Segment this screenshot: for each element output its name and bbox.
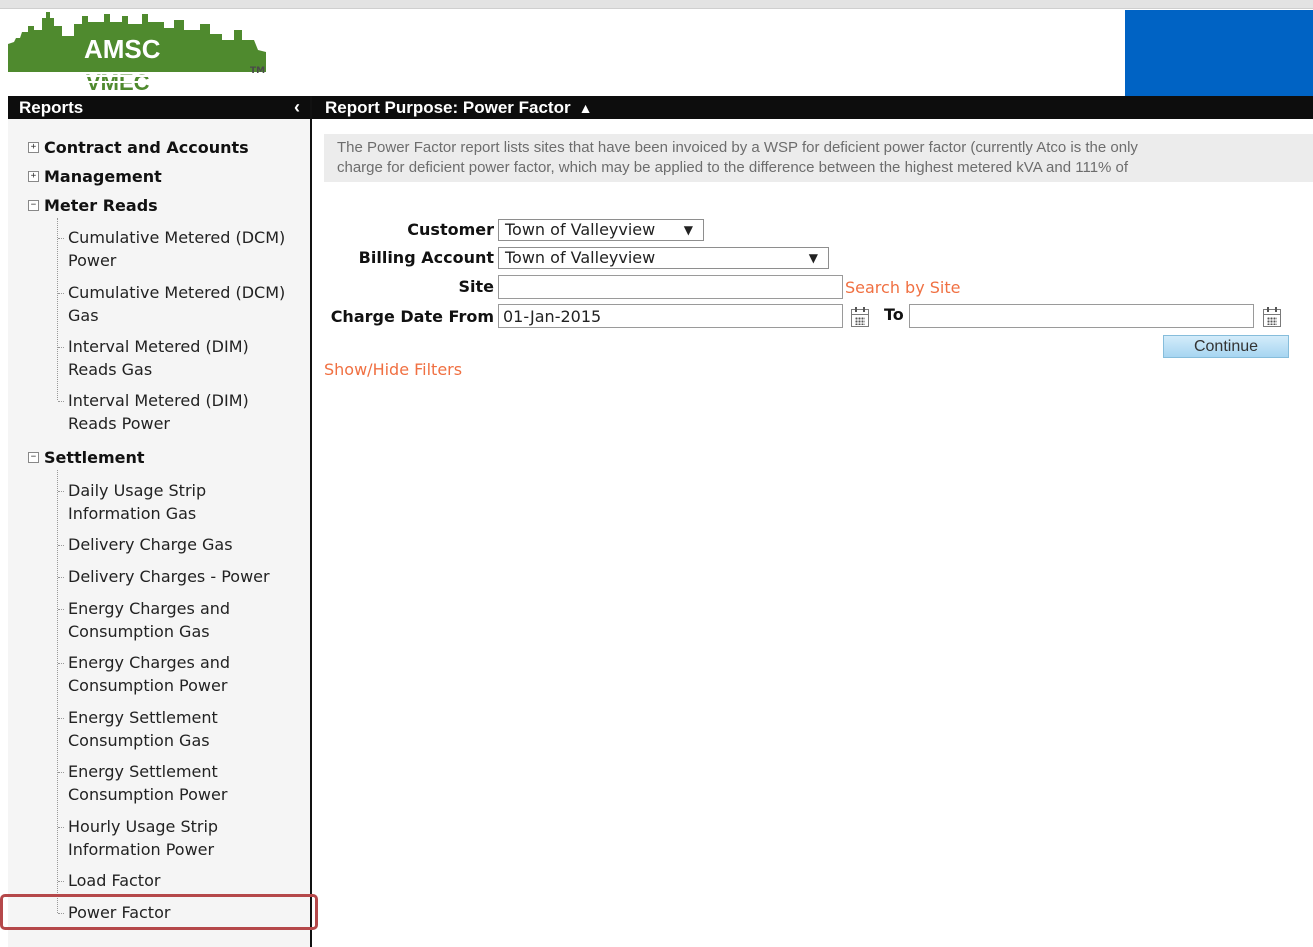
tree-connector [58, 663, 64, 664]
tree-item-hourly-usage-strip-information-power[interactable]: Hourly Usage Strip Information Power [68, 815, 298, 861]
selected-item-highlight [0, 894, 318, 930]
tree-connector [58, 718, 64, 719]
tree-item-delivery-charge-gas[interactable]: Delivery Charge Gas [68, 533, 298, 556]
chevron-left-icon[interactable]: ‹ [294, 96, 300, 119]
charge-date-to-input[interactable] [909, 304, 1254, 328]
svg-text:AMSC: AMSC [84, 34, 161, 64]
tree-connector [58, 238, 64, 239]
tree-connector [58, 827, 64, 828]
tree-item-interval-metered-dim-reads-gas[interactable]: Interval Metered (DIM) Reads Gas [68, 335, 298, 381]
trademark-mark: TM [250, 66, 266, 76]
tree-item-interval-metered-dim-reads-power[interactable]: Interval Metered (DIM) Reads Power [68, 389, 298, 435]
tree-category-management[interactable]: Management [44, 165, 162, 188]
tree-item-delivery-charges-power[interactable]: Delivery Charges - Power [68, 565, 308, 588]
search-by-site-link[interactable]: Search by Site [845, 278, 960, 297]
browser-top-edge [0, 0, 1313, 9]
tree-item-load-factor[interactable]: Load Factor [68, 869, 298, 892]
billing-account-select-value: Town of Valleyview [505, 248, 656, 267]
tree-category-meter-reads[interactable]: Meter Reads [44, 194, 158, 217]
charge-date-from-input[interactable] [498, 304, 843, 328]
billing-account-label: Billing Account [358, 248, 494, 267]
chevron-up-icon[interactable]: ▲ [579, 97, 593, 120]
tree-connector [58, 881, 64, 882]
tree-item-daily-usage-strip-information-gas[interactable]: Daily Usage Strip Information Gas [68, 479, 298, 525]
tree-item-energy-charges-and-consumption-power[interactable]: Energy Charges and Consumption Power [68, 651, 298, 697]
tree-connector [58, 401, 64, 402]
charge-date-from-label: Charge Date From [330, 307, 494, 326]
billing-account-select[interactable]: Town of Valleyview ▼ [498, 247, 829, 269]
amsc-logo: AMSC VMEC [8, 12, 266, 95]
tree-connector [58, 577, 64, 578]
customer-label: Customer [407, 220, 494, 239]
calendar-icon[interactable] [1263, 307, 1281, 327]
expand-icon[interactable]: + [28, 142, 39, 153]
header-brand-bar [1125, 10, 1313, 96]
report-description-line-1: The Power Factor report lists sites that… [337, 139, 1138, 156]
report-description: The Power Factor report lists sites that… [324, 134, 1313, 182]
dropdown-arrow-icon: ▼ [683, 223, 693, 237]
tree-connector [58, 545, 64, 546]
report-description-line-2: charge for deficient power factor, which… [337, 159, 1129, 176]
tree-item-cumulative-metered-dcm-gas[interactable]: Cumulative Metered (DCM) Gas [68, 281, 298, 327]
customer-select[interactable]: Town of Valleyview ▼ [498, 219, 704, 241]
tree-connector [57, 218, 58, 400]
tree-item-energy-charges-and-consumption-gas[interactable]: Energy Charges and Consumption Gas [68, 597, 298, 643]
site-input[interactable] [498, 275, 843, 299]
tree-connector [58, 609, 64, 610]
tree-connector [58, 491, 64, 492]
calendar-icon[interactable] [851, 307, 869, 327]
tree-connector [58, 772, 64, 773]
tree-connector [57, 470, 58, 913]
site-label: Site [458, 277, 494, 296]
tree-category-settlement[interactable]: Settlement [44, 446, 145, 469]
reports-panel-header: Reports ‹ [8, 96, 310, 119]
tree-item-cumulative-metered-dcm-power[interactable]: Cumulative Metered (DCM) Power [68, 226, 298, 272]
panel-divider [310, 96, 312, 947]
collapse-icon[interactable]: − [28, 200, 39, 211]
tree-item-energy-settlement-consumption-gas[interactable]: Energy Settlement Consumption Gas [68, 706, 298, 752]
tree-connector [58, 347, 64, 348]
tree-connector [58, 293, 64, 294]
tree-category-contract-and-accounts[interactable]: Contract and Accounts [44, 136, 249, 159]
dropdown-arrow-icon: ▼ [808, 251, 818, 265]
show-hide-filters-link[interactable]: Show/Hide Filters [324, 360, 462, 379]
report-purpose-title: Report Purpose: Power Factor [325, 98, 571, 117]
reports-panel-title: Reports [19, 98, 84, 117]
to-label: To [884, 305, 904, 324]
tree-item-energy-settlement-consumption-power[interactable]: Energy Settlement Consumption Power [68, 760, 298, 806]
continue-button[interactable]: Continue [1163, 335, 1289, 358]
collapse-icon[interactable]: − [28, 452, 39, 463]
report-purpose-header[interactable]: Report Purpose: Power Factor ▲ [312, 96, 1313, 119]
expand-icon[interactable]: + [28, 171, 39, 182]
customer-select-value: Town of Valleyview [505, 220, 656, 239]
